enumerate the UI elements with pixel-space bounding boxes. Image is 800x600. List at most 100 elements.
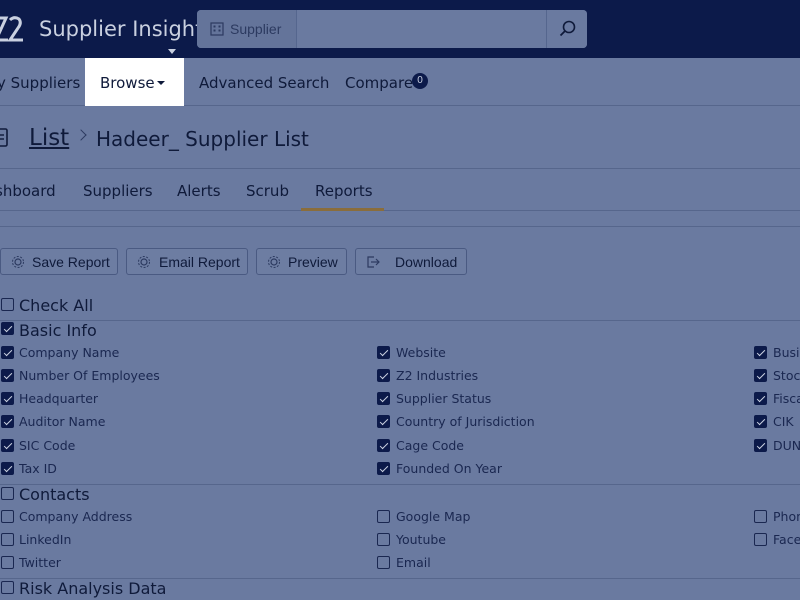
field-label[interactable]: Auditor Name xyxy=(19,414,105,429)
tab-scrub[interactable]: Scrub xyxy=(246,182,289,200)
field-label[interactable]: CIK xyxy=(773,414,794,429)
save-report-label: Save Report xyxy=(32,254,110,270)
section-tabs: shboard Suppliers Alerts Scrub Reports xyxy=(0,170,800,211)
field-checkbox[interactable] xyxy=(754,346,767,359)
field-checkbox[interactable] xyxy=(377,556,390,569)
field-label[interactable]: Twitter xyxy=(19,555,61,570)
tab-dashboard[interactable]: shboard xyxy=(0,182,56,200)
field-checkbox[interactable] xyxy=(1,415,14,428)
field-checkbox[interactable] xyxy=(377,392,390,405)
gear-icon xyxy=(268,256,280,268)
field-label[interactable]: Founded On Year xyxy=(396,461,502,476)
check-all-checkbox[interactable] xyxy=(1,298,14,311)
field-checkbox[interactable] xyxy=(754,392,767,405)
field-checkbox[interactable] xyxy=(1,533,14,546)
check-all-label[interactable]: Check All xyxy=(19,296,93,315)
field-label[interactable]: LinkedIn xyxy=(19,532,71,547)
field-label[interactable]: Tax ID xyxy=(19,461,57,476)
field-checkbox[interactable] xyxy=(377,462,390,475)
field-checkbox[interactable] xyxy=(377,510,390,523)
field-label[interactable]: Company Name xyxy=(19,345,119,360)
field-checkbox[interactable] xyxy=(754,510,767,523)
risk-analysis-group-checkbox[interactable] xyxy=(1,581,14,594)
basic-info-group-checkbox[interactable] xyxy=(1,322,14,335)
contacts-group-label[interactable]: Contacts xyxy=(19,485,90,504)
field-checkbox[interactable] xyxy=(754,415,767,428)
field-label[interactable]: Country of Jurisdiction xyxy=(396,414,535,429)
field-checkbox[interactable] xyxy=(1,462,14,475)
field-label[interactable]: Fisca xyxy=(773,391,800,406)
search-icon xyxy=(559,20,576,37)
field-checkbox[interactable] xyxy=(1,369,14,382)
gear-icon xyxy=(138,256,150,268)
divider xyxy=(0,320,800,321)
field-label[interactable]: Stock xyxy=(773,368,800,383)
basic-info-group-label[interactable]: Basic Info xyxy=(19,321,97,340)
field-label[interactable]: Website xyxy=(396,345,446,360)
export-icon xyxy=(367,256,380,268)
tab-reports[interactable]: Reports xyxy=(315,182,373,200)
search-scope-selector[interactable]: Supplier xyxy=(197,10,297,48)
search-button[interactable] xyxy=(546,10,587,48)
field-label[interactable]: Z2 Industries xyxy=(396,368,478,383)
download-button[interactable]: Download xyxy=(355,248,467,275)
page-title: Hadeer_ Supplier List xyxy=(96,127,309,151)
field-checkbox[interactable] xyxy=(1,556,14,569)
field-label[interactable]: Busin xyxy=(773,345,800,360)
nav-advanced-search[interactable]: Advanced Search xyxy=(199,74,329,92)
nav-browse-label: Browse xyxy=(100,74,155,92)
risk-analysis-group-label[interactable]: Risk Analysis Data xyxy=(19,579,166,598)
field-label[interactable]: Youtube xyxy=(396,532,446,547)
field-label[interactable]: Cage Code xyxy=(396,438,464,453)
tab-alerts[interactable]: Alerts xyxy=(177,182,221,200)
divider xyxy=(0,226,800,227)
field-label[interactable]: Google Map xyxy=(396,509,470,524)
app-title[interactable]: Supplier Insight xyxy=(39,17,203,41)
breadcrumb: List Hadeer_ Supplier List xyxy=(0,107,800,169)
field-label[interactable]: Phon xyxy=(773,509,800,524)
field-checkbox[interactable] xyxy=(1,346,14,359)
field-checkbox[interactable] xyxy=(1,510,14,523)
field-checkbox[interactable] xyxy=(1,439,14,452)
gear-icon xyxy=(12,256,24,268)
contacts-group-checkbox[interactable] xyxy=(1,487,14,500)
chevron-down-icon xyxy=(157,81,165,85)
divider xyxy=(0,484,800,485)
clipboard-list-icon xyxy=(0,128,8,147)
field-label[interactable]: Face xyxy=(773,532,800,547)
field-checkbox[interactable] xyxy=(377,439,390,452)
chevron-right-icon xyxy=(75,129,87,141)
field-checkbox[interactable] xyxy=(1,392,14,405)
field-label[interactable]: Headquarter xyxy=(19,391,98,406)
field-label[interactable]: SIC Code xyxy=(19,438,75,453)
email-report-button[interactable]: Email Report xyxy=(126,248,248,275)
field-label[interactable]: Company Address xyxy=(19,509,132,524)
nav-browse[interactable]: Browse xyxy=(85,58,184,106)
search-scope-label: Supplier xyxy=(230,21,282,37)
field-checkbox[interactable] xyxy=(754,439,767,452)
download-label: Download xyxy=(395,254,458,270)
field-checkbox[interactable] xyxy=(377,346,390,359)
search-input[interactable] xyxy=(298,10,546,48)
z2-logo-icon[interactable] xyxy=(0,14,24,44)
field-label[interactable]: Email xyxy=(396,555,431,570)
breadcrumb-list-link[interactable]: List xyxy=(29,125,69,151)
field-checkbox[interactable] xyxy=(754,369,767,382)
field-label[interactable]: Number Of Employees xyxy=(19,368,160,383)
field-checkbox[interactable] xyxy=(377,533,390,546)
compare-count-badge: 0 xyxy=(412,73,428,89)
preview-button[interactable]: Preview xyxy=(256,248,347,275)
field-label[interactable]: Supplier Status xyxy=(396,391,491,406)
app-switcher-caret-icon[interactable] xyxy=(168,49,176,54)
save-report-button[interactable]: Save Report xyxy=(0,248,118,275)
tab-suppliers[interactable]: Suppliers xyxy=(83,182,153,200)
field-checkbox[interactable] xyxy=(754,533,767,546)
email-report-label: Email Report xyxy=(159,254,240,270)
field-checkbox[interactable] xyxy=(377,369,390,382)
nav-compare[interactable]: Compare xyxy=(345,74,413,92)
nav-my-suppliers[interactable]: y Suppliers xyxy=(0,74,80,92)
search-bar: Supplier xyxy=(197,10,587,48)
field-label[interactable]: DUNS xyxy=(773,438,800,453)
building-icon xyxy=(210,22,224,36)
field-checkbox[interactable] xyxy=(377,415,390,428)
